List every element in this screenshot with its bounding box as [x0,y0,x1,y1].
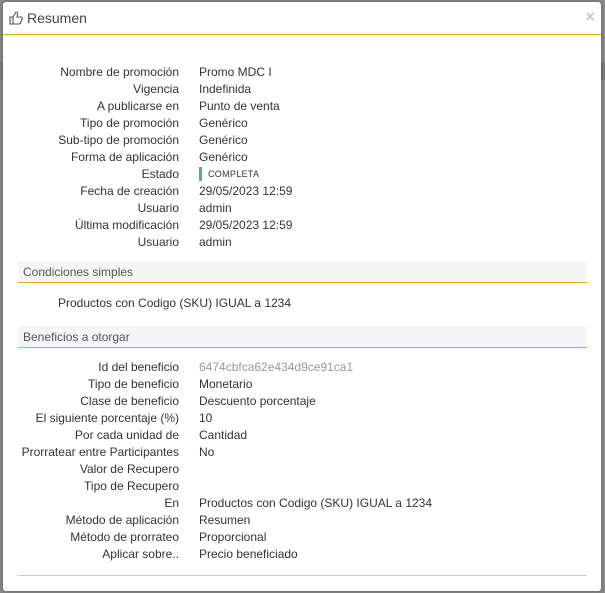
benefit-row: Aplicar sobre.. Precio beneficiado [3,545,601,562]
bottom-divider [18,575,587,576]
benefit-value: Descuento porcentaje [199,393,316,408]
summary-label: Tipo de promoción [80,115,179,130]
summary-row: A publicarse en Punto de venta [3,97,601,114]
summary-row: Sub-tipo de promoción Genérico [3,131,601,148]
summary-modal: Resumen × Nombre de promoción Promo MDC … [3,2,601,591]
summary-value: 29/05/2023 12:59 [199,217,293,232]
summary-label: Usuario [137,234,179,249]
benefit-label: Método de aplicación [65,512,179,527]
benefit-row: Id del beneficio 6474cbfca62e434d9ce91ca… [3,358,601,375]
benefit-label: Método de prorrateo [70,529,179,544]
benefit-value: Monetario [199,376,253,391]
benefit-label: Clase de beneficio [80,393,179,408]
benefit-label: Id del beneficio [98,359,179,374]
benefit-value: Precio beneficiado [199,546,298,561]
benefit-value: 10 [199,410,213,425]
summary-label: Nombre de promoción [60,64,179,79]
benefit-label: Prorratear entre Participantes [21,444,179,459]
benefit-label: Por cada unidad de [74,427,179,442]
close-icon[interactable]: × [585,8,595,25]
benefit-label: Valor de Recupero [79,461,179,476]
promotion-summary: Nombre de promoción Promo MDC I Vigencia… [3,63,601,250]
benefit-row: Método de aplicación Resumen [3,511,601,528]
summary-label: Fecha de creación [80,183,179,198]
benefit-label: Aplicar sobre.. [102,546,179,561]
benefit-row: En Productos con Codigo (SKU) IGUAL a 12… [3,494,601,511]
summary-value: Genérico [199,115,248,130]
summary-label: Vigencia [133,81,179,96]
summary-value: admin [199,234,232,249]
benefit-label: Tipo de beneficio [88,376,179,391]
summary-row: Forma de aplicación Genérico [3,148,601,165]
summary-row-status: Estado COMPLETA [3,165,601,182]
benefit-row: Valor de Recupero [3,460,601,477]
benefit-row: Por cada unidad de Cantidad [3,426,601,443]
summary-value: admin [199,200,232,215]
summary-label: Última modificación [74,217,179,232]
status-badge: COMPLETA [199,166,601,181]
thumbs-up-icon [9,11,23,25]
condition-item: Productos con Codigo (SKU) IGUAL a 1234 [58,295,292,310]
summary-label: A publicarse en [96,98,179,113]
benefit-row: El siguiente porcentaje (%) 10 [3,409,601,426]
benefit-id-value: 6474cbfca62e434d9ce91ca1 [199,359,354,374]
benefit-row: Tipo de beneficio Monetario [3,375,601,392]
modal-header: Resumen × [3,2,601,35]
benefit-value: Proporcional [199,529,267,544]
benefit-value: Cantidad [199,427,248,442]
benefit-row: Prorratear entre Participantes No [3,443,601,460]
benefit-row: Tipo de Recupero [3,477,601,494]
summary-row: Última modificación 29/05/2023 12:59 [3,216,601,233]
summary-row: Nombre de promoción Promo MDC I [3,63,601,80]
summary-label: Sub-tipo de promoción [58,132,179,147]
benefit-row: Método de prorrateo Proporcional [3,528,601,545]
benefit-value: No [199,444,215,459]
benefit-value: Resumen [199,512,251,527]
benefit-value: Productos con Codigo (SKU) IGUAL a 1234 [199,495,433,510]
benefit-label: En [164,495,179,510]
summary-row: Fecha de creación 29/05/2023 12:59 [3,182,601,199]
summary-row: Usuario admin [3,233,601,250]
status-indicator [199,166,202,181]
summary-label: Forma de aplicación [70,149,179,164]
summary-row: Usuario admin [3,199,601,216]
benefit-label: Tipo de Recupero [84,478,179,493]
summary-value: Genérico [199,149,248,164]
benefits-section-header: Beneficios a otorgar [18,326,587,348]
modal-title: Resumen [27,10,87,26]
conditions-section-header: Condiciones simples [18,261,587,283]
summary-row: Tipo de promoción Genérico [3,114,601,131]
benefits-details: Id del beneficio 6474cbfca62e434d9ce91ca… [3,358,601,562]
benefit-row: Clase de beneficio Descuento porcentaje [3,392,601,409]
summary-value: Indefinida [199,81,252,96]
summary-value: Promo MDC I [199,64,272,79]
summary-row: Vigencia Indefinida [3,80,601,97]
summary-label: Usuario [137,200,179,215]
summary-value: 29/05/2023 12:59 [199,183,293,198]
benefit-label: El siguiente porcentaje (%) [35,410,179,425]
summary-value: Genérico [199,132,248,147]
summary-label: Estado [141,166,179,181]
status-text: COMPLETA [208,168,260,179]
summary-value: Punto de venta [199,98,280,113]
